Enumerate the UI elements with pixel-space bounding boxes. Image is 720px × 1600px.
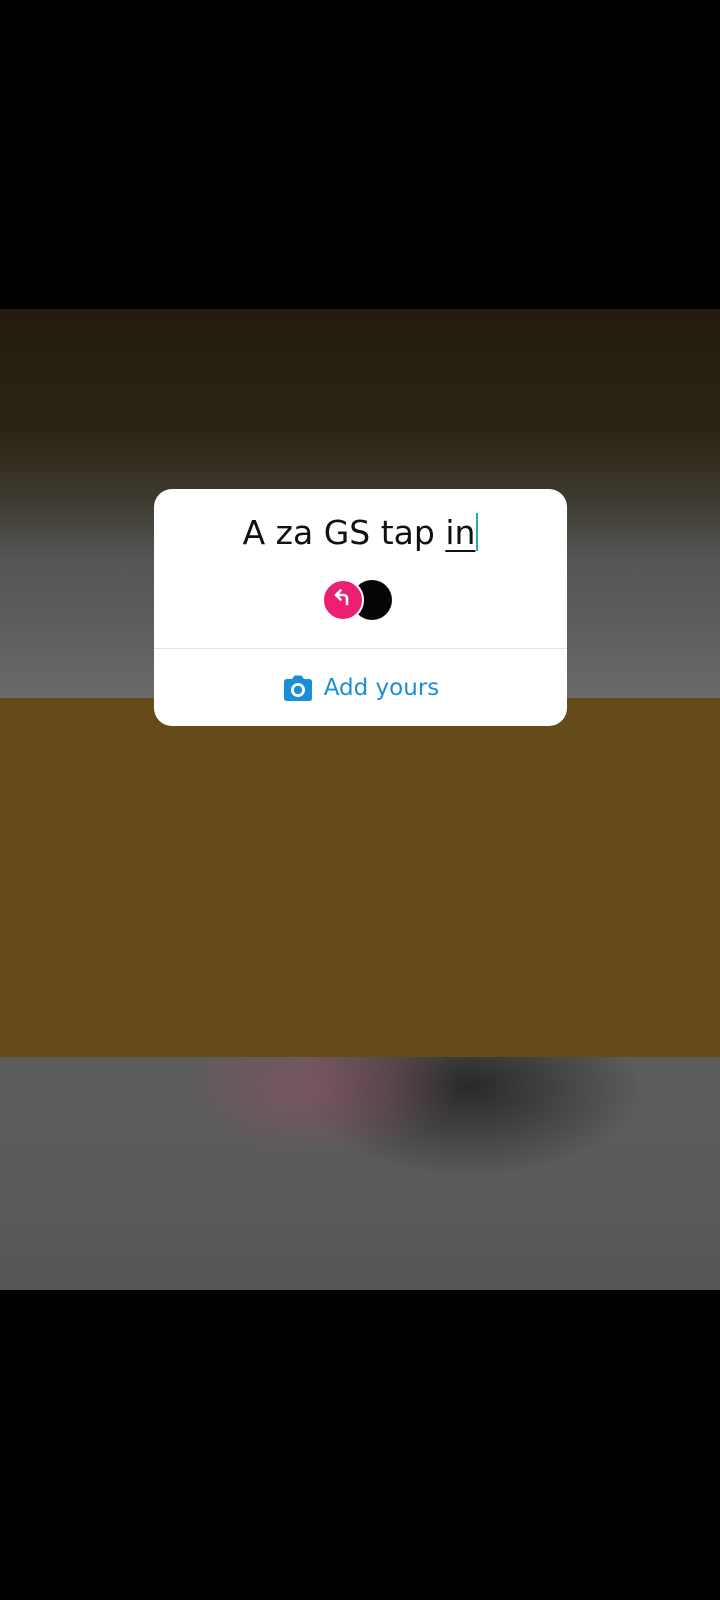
add-yours-sticker[interactable]: A za GS tap in Add yours (154, 489, 567, 726)
text-cursor (476, 513, 479, 551)
story-background-bottom (0, 1057, 720, 1290)
sticker-prompt[interactable]: A za GS tap in (154, 511, 567, 555)
reply-arrow-icon (332, 588, 354, 613)
reply-badge (322, 579, 364, 621)
camera-icon (282, 673, 314, 703)
participant-avatars (322, 579, 398, 621)
story-color-band (0, 698, 720, 1057)
sticker-prompt-active-word: in (445, 513, 476, 552)
sticker-prompt-text: A za GS tap (242, 513, 446, 552)
screen: A za GS tap in Add yours (0, 0, 720, 1600)
story-media[interactable] (0, 309, 720, 1290)
add-yours-label: Add yours (323, 674, 440, 701)
add-yours-button[interactable]: Add yours (154, 649, 567, 726)
